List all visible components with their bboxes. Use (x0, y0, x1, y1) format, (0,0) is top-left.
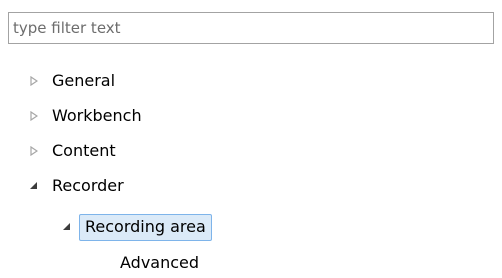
collapse-arrow-icon[interactable] (28, 180, 40, 192)
tree-item-content[interactable]: Content (28, 136, 116, 166)
tree-item-general[interactable]: General (28, 66, 115, 96)
tree-item-label: Recording area (79, 213, 212, 241)
tree-item-advanced[interactable]: Advanced (120, 248, 199, 278)
tree-item-label: Content (52, 141, 116, 160)
tree-item-label: General (52, 71, 116, 90)
expand-arrow-icon[interactable] (28, 145, 40, 157)
expand-arrow-icon[interactable] (28, 75, 40, 87)
tree-item-label: Workbench (52, 106, 142, 125)
tree-item-label: Advanced (120, 253, 200, 272)
expand-arrow-icon[interactable] (28, 110, 40, 122)
preferences-tree: General Workbench Content Recorder Recor… (0, 0, 502, 272)
tree-item-label: Recorder (52, 176, 124, 195)
tree-item-workbench[interactable]: Workbench (28, 101, 142, 131)
tree-item-recording-area[interactable]: Recording area (61, 212, 212, 242)
collapse-arrow-icon[interactable] (61, 221, 73, 233)
tree-item-recorder[interactable]: Recorder (28, 171, 124, 201)
